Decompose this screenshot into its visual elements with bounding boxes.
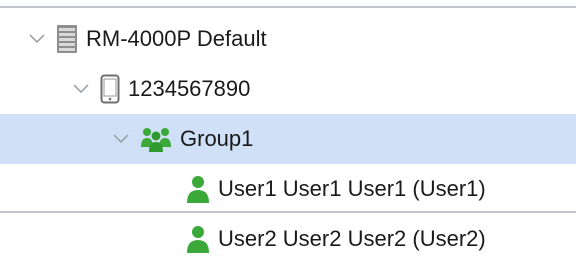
tree-node-user1[interactable]: User1 User1 User1 (User1): [0, 164, 576, 214]
top-divider: [0, 6, 576, 8]
user-icon: [186, 174, 210, 204]
tree-node-user2[interactable]: User2 User2 User2 (User2): [0, 214, 576, 264]
device-tree: RM-4000P Default 1234567890 Group1 User1…: [0, 0, 576, 260]
group-icon: [140, 125, 172, 153]
tree-node-label: Group1: [180, 126, 254, 151]
tree-node-device[interactable]: 1234567890: [0, 64, 576, 114]
chevron-down-icon[interactable]: [72, 80, 90, 98]
chevron-down-icon[interactable]: [112, 130, 130, 148]
tree-node-label: 1234567890: [128, 76, 251, 101]
tree-node-rm-4000p-default[interactable]: RM-4000P Default: [0, 14, 576, 64]
tree-node-label: User1 User1 User1 (User1): [218, 176, 486, 201]
user-icon: [186, 224, 210, 254]
tree-node-group1[interactable]: Group1: [0, 114, 576, 164]
row-divider: [0, 211, 576, 213]
server-icon: [56, 24, 78, 54]
chevron-down-icon[interactable]: [28, 30, 46, 48]
tree-node-label: RM-4000P Default: [86, 26, 267, 51]
mobile-device-icon: [100, 74, 120, 104]
tree-node-label: User2 User2 User2 (User2): [218, 226, 486, 251]
